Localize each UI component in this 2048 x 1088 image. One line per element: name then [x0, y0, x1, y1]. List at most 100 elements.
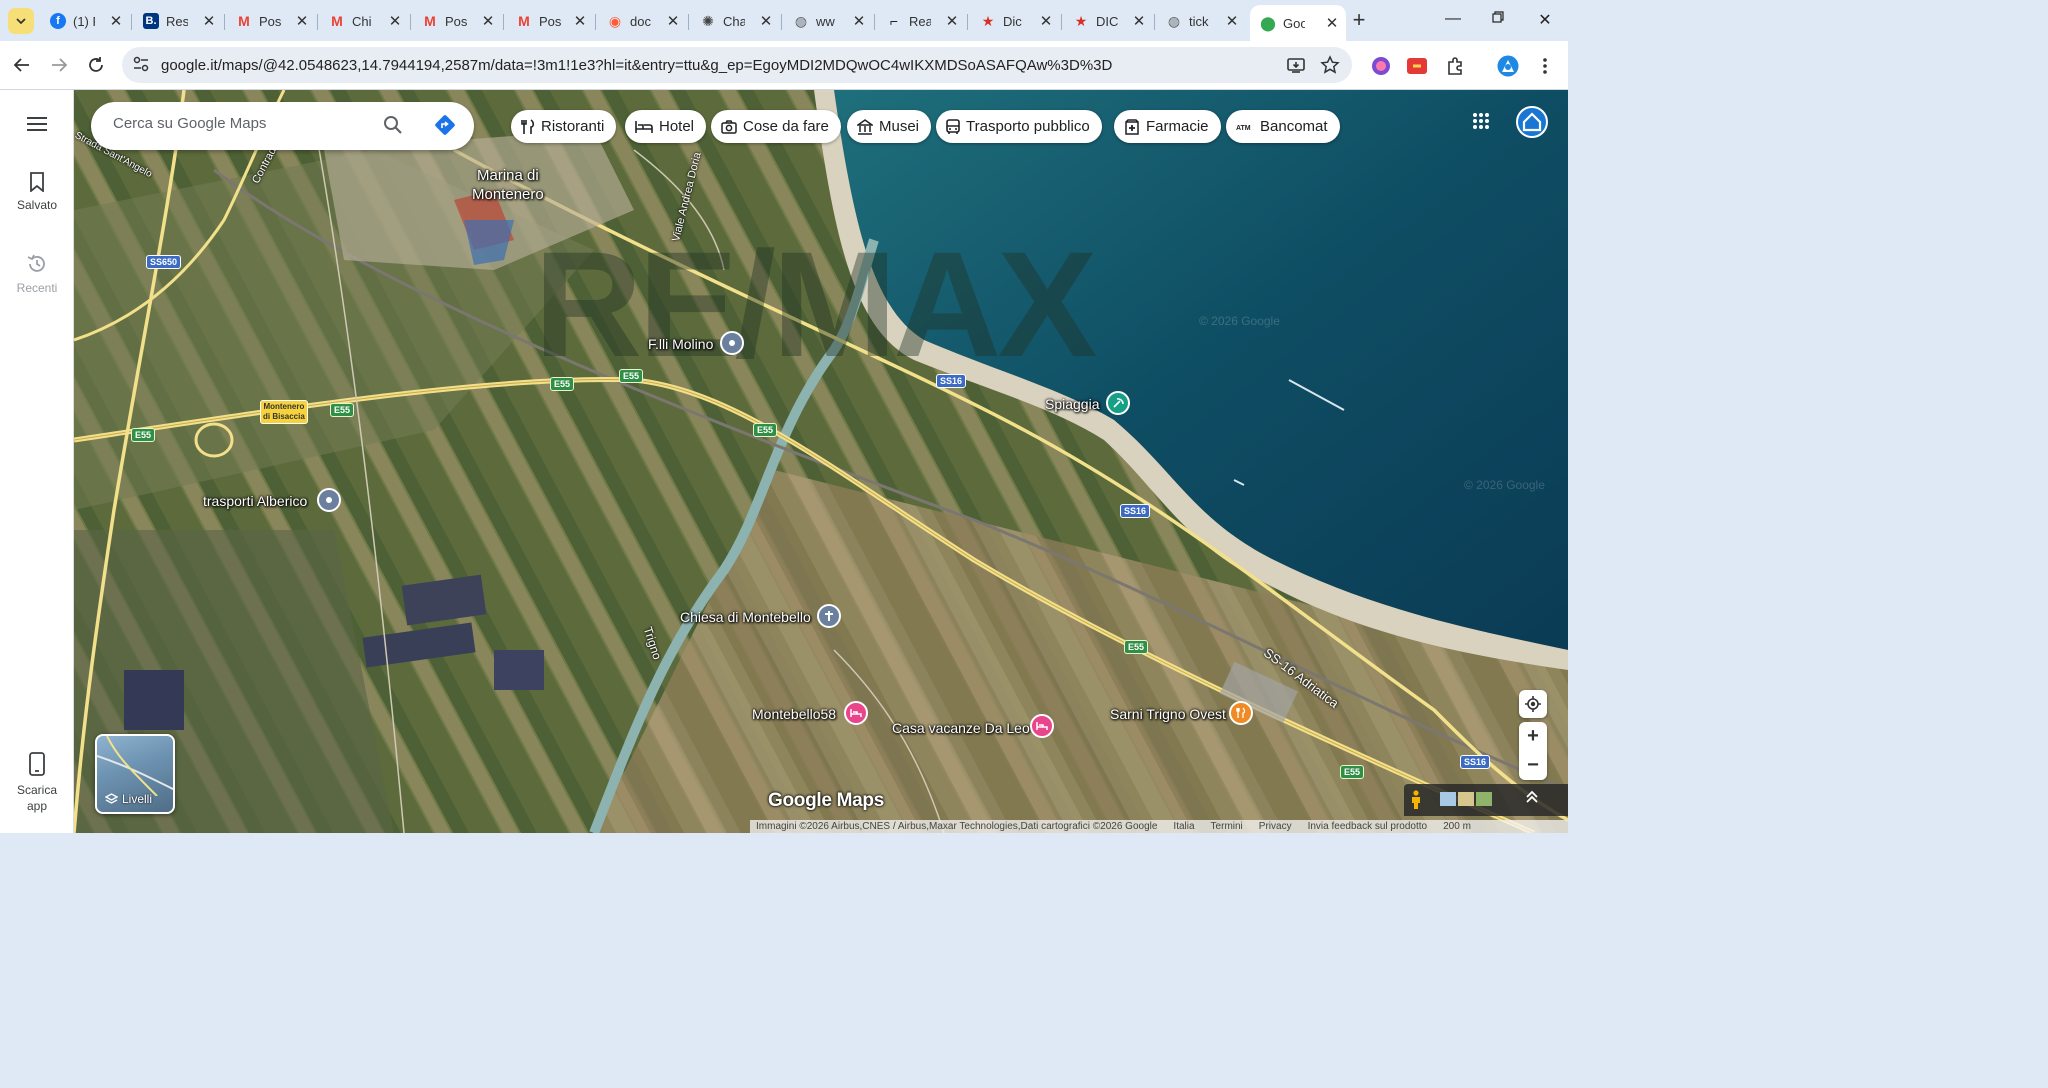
reload-button[interactable] [84, 53, 108, 77]
browser-tab[interactable]: ◍ ww ✕ [783, 5, 873, 37]
extensions-puzzle-icon[interactable] [1444, 55, 1466, 77]
extension-2-icon[interactable] [1406, 55, 1428, 77]
tab-search-button[interactable] [8, 8, 34, 34]
extension-1-icon[interactable] [1370, 55, 1392, 77]
browser-tab[interactable]: ★ Dic ✕ [970, 5, 1060, 37]
forward-button[interactable] [47, 53, 71, 77]
chip-atm[interactable]: ATM Bancomat [1226, 110, 1340, 143]
chip-museums[interactable]: Musei [847, 110, 932, 143]
browser-tab[interactable]: M Pos ✕ [226, 5, 316, 37]
chip-things-to-do[interactable]: Cose da fare [711, 110, 841, 143]
profile-avatar-icon[interactable] [1497, 55, 1519, 77]
beach-pin-icon[interactable] [1106, 391, 1130, 415]
browser-tab[interactable]: B. Res ✕ [133, 5, 223, 37]
tab-close-icon[interactable]: ✕ [851, 12, 867, 30]
directions-icon[interactable] [434, 114, 456, 141]
close-window-button[interactable]: ✕ [1535, 10, 1555, 30]
museum-icon [857, 118, 873, 135]
expand-up-icon[interactable] [1525, 790, 1539, 809]
tab-close-icon[interactable]: ✕ [201, 12, 217, 30]
restore-button[interactable] [1488, 10, 1508, 28]
tab-close-icon[interactable]: ✕ [665, 12, 681, 30]
url-text[interactable]: google.it/maps/@42.0548623,14.7944194,25… [161, 57, 1112, 74]
menu-button[interactable] [0, 116, 74, 138]
bookmark-star-icon[interactable] [1320, 55, 1340, 75]
hotel-pin-icon[interactable] [1030, 714, 1054, 738]
arrow-right-icon [52, 58, 68, 72]
tab-close-icon[interactable]: ✕ [1324, 14, 1340, 32]
browser-tab[interactable]: ◉ doc ✕ [597, 5, 687, 37]
place-pin-icon[interactable] [720, 331, 744, 355]
browser-tab[interactable]: M Pos ✕ [506, 5, 594, 37]
restaurant-pin-icon[interactable] [1229, 701, 1253, 725]
tab-close-icon[interactable]: ✕ [108, 12, 124, 30]
place-pin-icon[interactable] [317, 488, 341, 512]
globe-favicon-icon: ◍ [794, 12, 808, 29]
place-label-spiaggia[interactable]: Spiaggia [1045, 396, 1100, 412]
tab-close-icon[interactable]: ✕ [944, 12, 960, 30]
browser-tab[interactable]: ⌐ Rea ✕ [876, 5, 966, 37]
site-info-icon[interactable] [132, 55, 150, 78]
chip-hotel[interactable]: Hotel [625, 110, 707, 143]
tab-close-icon[interactable]: ✕ [572, 12, 588, 30]
place-label-montebello58[interactable]: Montebello58 [752, 706, 836, 722]
zoom-out-button[interactable]: − [1519, 751, 1547, 780]
place-label-trasporti-alberico[interactable]: trasporti Alberico [203, 493, 307, 509]
maps-side-rail: Salvato Recenti Scarica app [0, 90, 74, 833]
browser-tab[interactable]: f (1) F ✕ [40, 5, 130, 37]
browser-tab-label: Dic [1003, 13, 1022, 29]
address-bar[interactable]: google.it/maps/@42.0548623,14.7944194,25… [122, 47, 1352, 83]
tab-close-icon[interactable]: ✕ [1038, 12, 1054, 30]
hotel-pin-icon[interactable] [844, 701, 868, 725]
new-tab-button[interactable]: + [1347, 9, 1371, 31]
camera-icon [721, 119, 737, 134]
tab-close-icon[interactable]: ✕ [758, 12, 774, 30]
saved-button[interactable]: Salvato [0, 172, 74, 212]
feedback-link[interactable]: Invia feedback sul prodotto [1308, 820, 1428, 833]
tab-close-icon[interactable]: ✕ [294, 12, 310, 30]
place-label-sarni-trigno-ovest[interactable]: Sarni Trigno Ovest [1110, 706, 1226, 722]
browser-tab[interactable]: ✺ Cha ✕ [690, 5, 780, 37]
layers-icon [105, 792, 118, 804]
zoom-in-button[interactable]: + [1519, 722, 1547, 751]
back-button[interactable] [10, 53, 34, 77]
download-app-button[interactable]: Scarica app [0, 752, 74, 814]
map-type-thumbnails[interactable] [1440, 792, 1492, 806]
browser-tab-label: doc [630, 13, 651, 29]
tab-strip: f (1) F ✕ B. Res ✕ M Pos ✕ M Chi ✕ M Pos ✕ M Pos ✕ ◉ doc ✕ ✺ C… [0, 0, 1568, 41]
browser-tab[interactable]: ★ DIC ✕ [1063, 5, 1153, 37]
browser-tab[interactable]: M Chi ✕ [319, 5, 409, 37]
search-icon[interactable] [383, 115, 403, 140]
chip-pharmacies[interactable]: Farmacie [1114, 110, 1221, 143]
place-label-chiesa-montebello[interactable]: Chiesa di Montebello [680, 609, 811, 625]
country-link[interactable]: Italia [1173, 820, 1194, 833]
recent-button[interactable]: Recenti [0, 253, 74, 295]
account-avatar[interactable] [1516, 106, 1548, 138]
install-app-icon[interactable] [1286, 55, 1306, 75]
browser-tab[interactable]: ◍ tick ✕ [1156, 5, 1246, 37]
layers-button[interactable]: Livelli [95, 734, 175, 814]
tab-close-icon[interactable]: ✕ [387, 12, 403, 30]
church-pin-icon[interactable] [817, 604, 841, 628]
terms-link[interactable]: Termini [1211, 820, 1243, 833]
tab-close-icon[interactable]: ✕ [480, 12, 496, 30]
place-label-flli-molino[interactable]: F.lli Molino [648, 336, 713, 352]
tab-close-icon[interactable]: ✕ [1224, 12, 1240, 30]
satellite-map[interactable]: RE/MAX © 2026 Google © 2026 Google SS650… [74, 90, 1568, 833]
my-location-button[interactable] [1519, 690, 1547, 718]
chip-public-transport[interactable]: Trasporto pubblico [936, 110, 1102, 143]
place-label-marina-di-montenero[interactable]: Marina di Montenero [472, 166, 544, 204]
maps-search-input[interactable] [113, 115, 373, 132]
google-apps-button[interactable] [1472, 112, 1494, 134]
browser-tab[interactable]: M Pos ✕ [412, 5, 502, 37]
privacy-link[interactable]: Privacy [1259, 820, 1292, 833]
browser-tab-label: DIC [1096, 13, 1118, 29]
minimize-button[interactable]: — [1443, 10, 1463, 28]
browser-menu-icon[interactable] [1534, 55, 1556, 77]
tab-close-icon[interactable]: ✕ [1131, 12, 1147, 30]
pegman-icon[interactable] [1410, 790, 1422, 815]
scale-label[interactable]: 200 m [1443, 820, 1471, 833]
browser-tab[interactable]: ⬤ Goo ✕ [1250, 5, 1346, 41]
place-label-casa-vacanze-da-leo[interactable]: Casa vacanze Da Leo [892, 720, 1030, 736]
chip-restaurants[interactable]: Ristoranti [511, 110, 617, 143]
